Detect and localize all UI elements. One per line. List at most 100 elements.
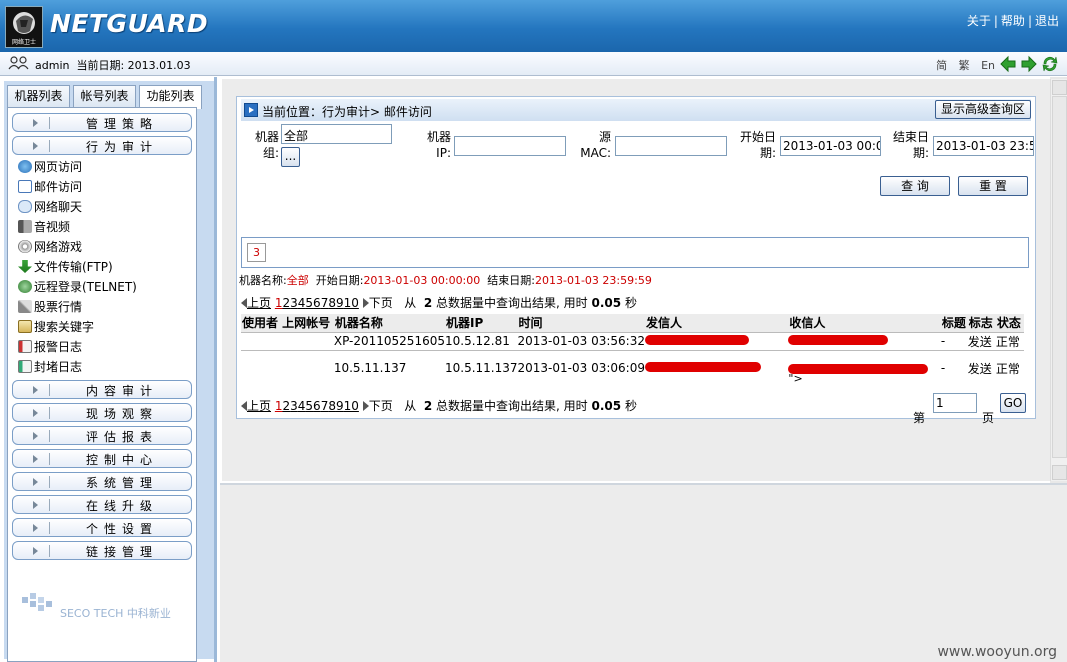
refresh-icon[interactable] — [1041, 55, 1059, 73]
nav-icons — [999, 55, 1059, 73]
download-arrow-icon — [18, 260, 32, 273]
page-link-10[interactable]: 10 — [344, 399, 359, 413]
netguard-logo: 网络卫士 — [5, 6, 43, 48]
lang-simplified[interactable]: 简 — [936, 59, 947, 72]
category-live-observation[interactable]: 现场观察 — [12, 403, 192, 422]
current-date: 当前日期: 2013.01.03 — [76, 59, 191, 72]
mail-icon — [18, 180, 32, 193]
col-title: 标题 — [940, 314, 968, 332]
table-header-row: 使用者 上网帐号 机器名称 机器IP 时间 发信人 收信人 标题 标志 状态 — [241, 314, 1024, 332]
page-link-2[interactable]: 2 — [282, 296, 290, 310]
ip-input[interactable] — [454, 136, 566, 156]
sidebar-item-ftp[interactable]: 文件传输(FTP) — [18, 258, 113, 276]
lang-english[interactable]: En — [981, 59, 995, 72]
help-link[interactable]: 帮助 — [1001, 14, 1025, 28]
sidebar-item-alarm-log[interactable]: 报警日志 — [18, 338, 82, 356]
page-link-9[interactable]: 9 — [336, 399, 344, 413]
sidebar-item-telnet[interactable]: 远程登录(TELNET) — [18, 278, 137, 296]
brand-title: NETGUARD — [50, 9, 209, 38]
page-link-5[interactable]: 5 — [305, 296, 313, 310]
page-link-6[interactable]: 6 — [313, 399, 321, 413]
page-indicator[interactable]: 3 — [247, 243, 266, 262]
page-link-5[interactable]: 5 — [305, 399, 313, 413]
col-machine: 机器名称 — [333, 314, 445, 332]
mac-input[interactable] — [615, 136, 727, 156]
breadcrumb: 当前位置：行为审计> 邮件访问 — [262, 105, 432, 119]
scroll-down-arrow-icon[interactable] — [1052, 465, 1067, 480]
sidebar-item-search-keywords[interactable]: 搜索关键字 — [18, 318, 94, 336]
table-row[interactable]: XP-201105251605 10.5.12.81 2013-01-03 03… — [241, 331, 1024, 350]
category-control-center[interactable]: 控制中心 — [12, 449, 192, 468]
mail-results-table: 使用者 上网帐号 机器名称 机器IP 时间 发信人 收信人 标题 标志 状态 X… — [241, 314, 1024, 386]
page-link-10[interactable]: 10 — [344, 296, 359, 310]
page-link-9[interactable]: 9 — [336, 296, 344, 310]
query-summary: 机器名称:全部 开始日期:2013-01-03 00:00:00 结束日期:20… — [239, 274, 652, 287]
col-account: 上网帐号 — [281, 314, 334, 332]
start-date-input[interactable]: 2013-01-03 00:00 — [780, 136, 881, 156]
user-info: admin 当前日期: 2013.01.03 — [35, 57, 191, 73]
col-status: 状态 — [995, 314, 1024, 332]
end-date-input[interactable]: 2013-01-03 23:59 — [933, 136, 1034, 156]
prev-page-link[interactable]: 上页 — [247, 399, 271, 413]
group-label: 机器组: — [254, 130, 279, 160]
redacted-sender — [644, 335, 749, 345]
sidebar-item-mail-access[interactable]: 邮件访问 — [18, 178, 82, 196]
go-button[interactable]: GO — [1000, 393, 1026, 413]
username: admin — [35, 59, 70, 72]
play-arrow-icon — [244, 103, 258, 117]
logout-link[interactable]: 退出 — [1035, 14, 1059, 28]
category-behavior-audit[interactable]: 行为审计 — [12, 136, 192, 155]
content-area: 当前位置：行为审计> 邮件访问 显示高级查询区 机器组: 全部 ... 机器IP… — [220, 77, 1067, 662]
seco-logo-icon — [22, 593, 52, 611]
category-personal-settings[interactable]: 个性设置 — [12, 518, 192, 537]
reset-button[interactable]: 重 置 — [958, 176, 1028, 196]
query-button[interactable]: 查 询 — [880, 176, 950, 196]
prev-page-link[interactable]: 上页 — [247, 296, 271, 310]
sidebar-item-stocks[interactable]: 股票行情 — [18, 298, 82, 316]
next-page-link[interactable]: 下页 — [369, 296, 393, 310]
start-date-label: 开始日期: — [739, 130, 776, 160]
tab-function-list[interactable]: 功能列表 — [139, 85, 202, 109]
sidebar-item-block-log[interactable]: 封堵日志 — [18, 358, 82, 376]
page-link-3[interactable]: 3 — [290, 399, 298, 413]
tab-machine-list[interactable]: 机器列表 — [7, 85, 70, 108]
disc-icon — [18, 240, 32, 253]
vertical-scrollbar[interactable] — [1050, 79, 1067, 481]
redacted-sender — [644, 362, 761, 373]
group-picker-button[interactable]: ... — [281, 147, 300, 167]
scroll-thumb[interactable] — [1052, 96, 1067, 458]
category-system-management[interactable]: 系统管理 — [12, 472, 192, 491]
back-arrow-icon[interactable] — [999, 55, 1017, 73]
upper-frame: 当前位置：行为审计> 邮件访问 显示高级查询区 机器组: 全部 ... 机器IP… — [220, 77, 1050, 483]
sidebar-item-audio-video[interactable]: 音视频 — [18, 218, 70, 236]
lang-traditional[interactable]: 繁 — [959, 59, 970, 72]
group-select[interactable]: 全部 — [281, 124, 392, 144]
page-link-8[interactable]: 8 — [328, 296, 336, 310]
next-page-link[interactable]: 下页 — [369, 399, 393, 413]
show-advanced-query-button[interactable]: 显示高级查询区 — [935, 100, 1031, 119]
page-link-2[interactable]: 2 — [282, 399, 290, 413]
page-link-6[interactable]: 6 — [313, 296, 321, 310]
tab-account-list[interactable]: 帐号列表 — [73, 85, 136, 108]
table-row[interactable]: 10.5.11.137 10.5.11.137 2013-01-03 03:06… — [241, 349, 1024, 386]
chat-bubble-icon — [18, 200, 32, 213]
scroll-up-arrow-icon[interactable] — [1052, 80, 1067, 95]
forward-arrow-icon[interactable] — [1020, 55, 1038, 73]
category-assessment-report[interactable]: 评估报表 — [12, 426, 192, 445]
sidebar: 机器列表 帐号列表 功能列表 管理策略 行为审计 网页访问 邮件访问 网络聊天 … — [0, 77, 217, 662]
end-date-label: 结束日期: — [892, 130, 929, 160]
speaker-icon — [18, 220, 32, 233]
page-link-8[interactable]: 8 — [328, 399, 336, 413]
category-content-audit[interactable]: 内容审计 — [12, 380, 192, 399]
sidebar-item-games[interactable]: 网络游戏 — [18, 238, 82, 256]
sidebar-item-web-access[interactable]: 网页访问 — [18, 158, 82, 176]
about-link[interactable]: 关于 — [967, 14, 991, 28]
goto-page-input[interactable]: 1 — [933, 393, 977, 413]
redacted-receiver — [788, 363, 929, 374]
category-link-management[interactable]: 链接管理 — [12, 541, 192, 560]
category-management-policy[interactable]: 管理策略 — [12, 113, 192, 132]
page-link-3[interactable]: 3 — [290, 296, 298, 310]
sidebar-item-chat[interactable]: 网络聊天 — [18, 198, 82, 216]
watermark: www.wooyun.org — [937, 644, 1057, 660]
category-online-upgrade[interactable]: 在线升级 — [12, 495, 192, 514]
